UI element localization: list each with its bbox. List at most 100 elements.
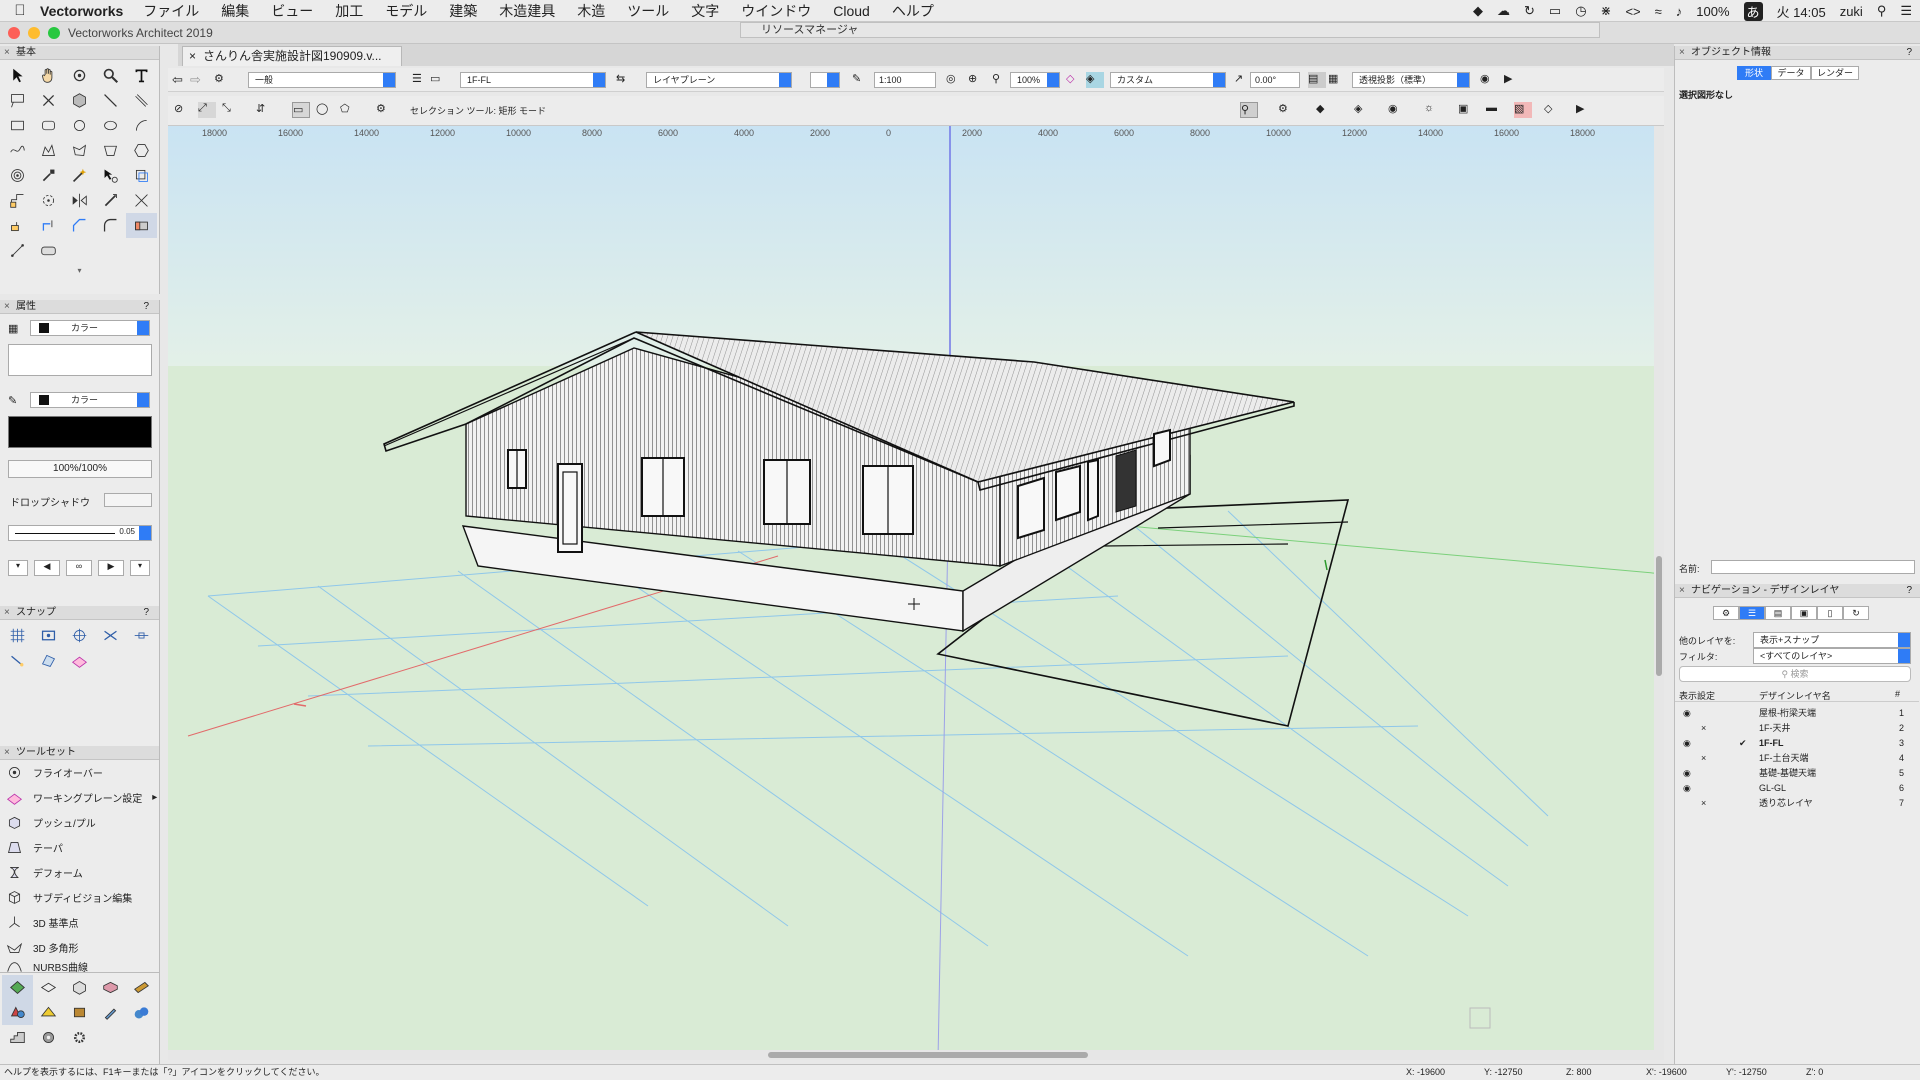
close-icon[interactable]: × [189,47,196,65]
menu-edit[interactable]: 編集 [221,1,249,21]
creative-cloud-icon[interactable]: ☁ [1497,3,1510,19]
offset-tool-button[interactable] [2,188,33,213]
toolset-visualization-button[interactable] [33,1000,64,1025]
back-arrow-icon[interactable]: ⇦ [172,72,190,88]
pen-preview[interactable] [8,416,152,448]
polygon-tool-button[interactable] [64,138,95,163]
close-icon[interactable]: × [1679,46,1685,59]
reshape-tool-button[interactable] [95,163,126,188]
layer-row[interactable]: × 1F-土台天端 4 [1679,751,1915,766]
help-icon[interactable]: ? [1906,46,1912,59]
horizontal-scroll-thumb[interactable] [768,1052,1088,1058]
dimension-line-tool-button[interactable] [2,238,33,263]
rotation-field[interactable]: 0.00° [1250,72,1300,88]
snap-object-button[interactable] [33,623,64,648]
layer-select[interactable]: 1F-FL [460,72,606,88]
menu-cloud[interactable]: Cloud [833,3,870,19]
view-cube-icon[interactable]: ◈ [1086,72,1104,88]
nav-classes-icon[interactable]: ⚙ [1713,606,1739,620]
rectangle-tool-button[interactable] [2,113,33,138]
circle-tool-button[interactable] [64,113,95,138]
palette-header[interactable]: × スナップ? [0,606,159,620]
zoom-select[interactable]: 100% [1010,72,1060,88]
code-icon[interactable]: <> [1625,4,1640,19]
tool-3d-locus[interactable]: 3D 基準点 [0,910,159,935]
menu-window[interactable]: ウインドウ [741,1,811,21]
layer-row[interactable]: × 1F-天井 2 [1679,721,1915,736]
apple-menu-icon[interactable]:  [0,2,40,19]
fill-style-select[interactable]: カラー [30,320,150,336]
tape-measure-tool-button[interactable] [64,163,95,188]
lasso-mode-icon[interactable]: ◯ [316,102,334,118]
close-icon[interactable]: × [4,300,10,313]
tab-render[interactable]: レンダー [1811,66,1859,80]
tool-3d-polygon[interactable]: 3D 多角形 [0,935,159,960]
clock[interactable]: 火 14:05 [1777,2,1826,21]
hidden-x-icon[interactable]: × [1701,796,1706,811]
vertical-scrollbar[interactable] [1654,126,1664,1060]
mirror-tool-button[interactable] [64,188,95,213]
single-object-interactive-icon[interactable]: ⤢ [198,102,216,118]
toolset-3d-button[interactable] [2,1000,33,1025]
double-line-tool-button[interactable] [126,88,157,113]
projection-select[interactable]: 透視投影（標準） [1352,72,1470,88]
user-name[interactable]: zuki [1840,4,1863,19]
help-icon[interactable]: ? [143,606,149,619]
toolset-building-button[interactable] [33,975,64,1000]
freehand-tool-button[interactable] [2,138,33,163]
col-visibility[interactable]: 表示設定 [1679,689,1715,702]
palette-expand-icon[interactable]: ▾ [0,266,159,275]
arrowhead-start-menu[interactable]: ▾ [8,560,28,576]
view-options-icon[interactable]: ▦ [1328,72,1346,88]
snap-grid-button[interactable] [2,623,33,648]
palette-header[interactable]: × オブジェクト情報? [1675,46,1920,60]
nav-sheet-layers-icon[interactable]: ▤ [1765,606,1791,620]
col-number[interactable]: # [1895,689,1900,699]
eraser-tool-button[interactable] [126,213,157,238]
nav-references-icon[interactable]: ↻ [1843,606,1869,620]
tool-deform[interactable]: デフォーム [0,860,159,885]
rotate-mode-icon[interactable]: ⇵ [256,102,274,118]
tool-taper[interactable]: テーパ [0,835,159,860]
eye-icon[interactable]: ◉ [1683,706,1691,721]
snap-surface-button[interactable] [33,648,64,673]
scale-ruler-icon[interactable]: ✎ [852,72,870,88]
toolbar-overflow-icon[interactable]: ▶ [1576,102,1594,118]
arrowhead-end-icon[interactable]: ▶ [98,560,124,576]
close-icon[interactable]: × [4,46,10,59]
cube-icon[interactable]: ◈ [1354,102,1372,118]
arrowhead-start-icon[interactable]: ◀ [34,560,60,576]
render-mode-icon[interactable]: ▤ [1308,72,1326,88]
world-icon[interactable]: ◉ [1388,102,1406,118]
name-field[interactable] [1711,560,1915,574]
layer-row[interactable]: ◉ ✔ 1F-FL 3 [1679,736,1915,751]
eyedropper-tool-button[interactable] [33,163,64,188]
pen-style-select[interactable]: カラー [30,392,150,408]
close-icon[interactable]: × [4,606,10,619]
menu-wood[interactable]: 木造 [577,1,605,21]
zoom-window-button[interactable] [48,27,60,39]
oval-tool-button[interactable] [95,113,126,138]
nav-viewports-icon[interactable]: ▣ [1791,606,1817,620]
page-select[interactable] [810,72,840,88]
class-select[interactable]: 一般 [248,72,396,88]
notification-icon[interactable]: ☰ [1900,3,1912,19]
line-weight-select[interactable]: 0.05 [8,525,152,541]
dropbox-icon[interactable]: ◆ [1473,3,1483,19]
line-tool-button[interactable] [95,88,126,113]
input-method-icon[interactable]: あ [1743,1,1763,21]
zoom-tool-button[interactable] [95,63,126,88]
snap-intersection-button[interactable] [95,623,126,648]
saved-views-icon[interactable]: ◉ [1480,72,1498,88]
working-plane-icon[interactable]: ◇ [1066,72,1084,88]
app-menu[interactable]: Vectorworks [40,3,123,19]
other-layers-select[interactable]: 表示+スナップ [1753,632,1911,648]
selection-tool-button[interactable] [2,63,33,88]
tool-flyover[interactable]: フライオーバー [0,760,159,785]
snap-working-plane-button[interactable] [64,648,95,673]
eye-icon[interactable]: ◉ [1683,766,1691,781]
palette-header[interactable]: × 基本 [0,46,159,60]
fit-view-icon[interactable]: ◎ [946,72,964,88]
3d-polygon-tool-button[interactable] [95,138,126,163]
dimension-tool-button[interactable] [33,88,64,113]
